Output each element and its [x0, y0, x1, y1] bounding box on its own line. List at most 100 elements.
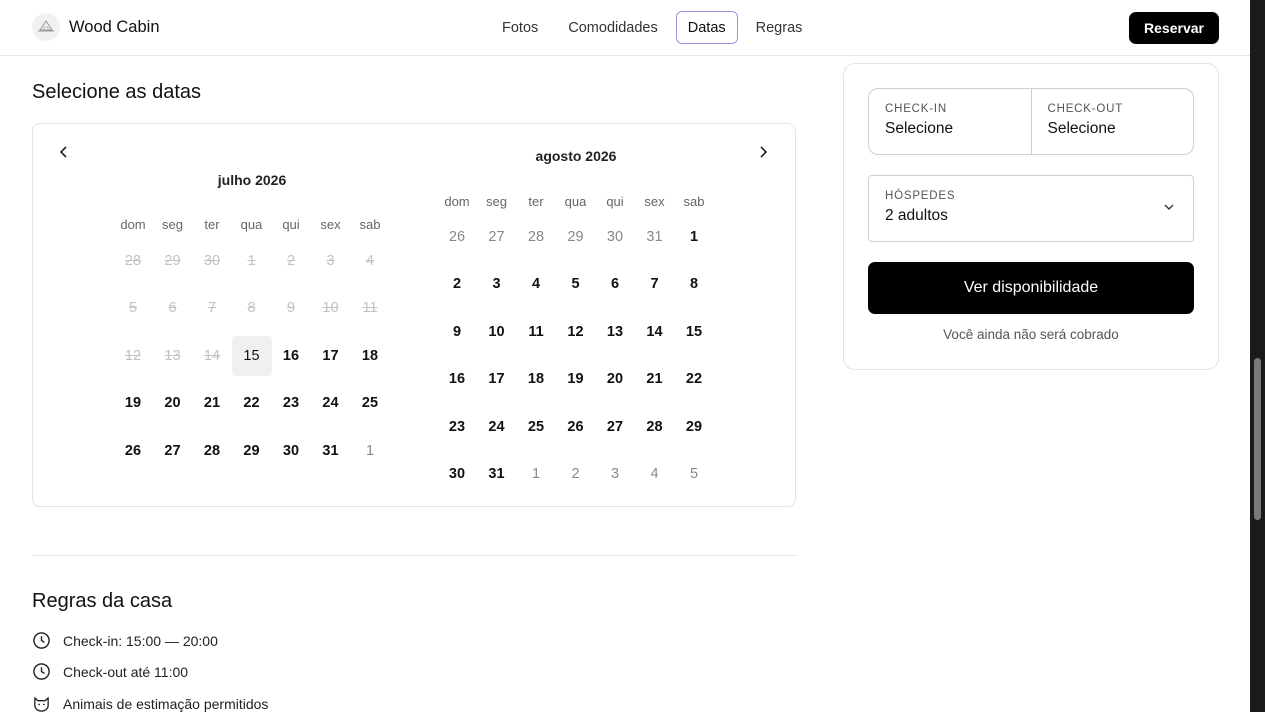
calendar-day[interactable]: 19: [556, 359, 596, 399]
scrollbar-track[interactable]: [1250, 0, 1265, 712]
calendar-day[interactable]: 1: [674, 217, 714, 257]
clock-icon: [33, 663, 50, 680]
weekday-label: sab: [683, 194, 705, 209]
guests-label: HÓSPEDES: [885, 190, 956, 202]
calendar-day[interactable]: 14: [635, 312, 675, 352]
booking-card: CHECK-IN Selecione CHECK-OUT Selecione H…: [843, 63, 1219, 370]
calendar-day[interactable]: 29: [232, 431, 272, 471]
calendar-day[interactable]: 18: [516, 359, 556, 399]
calendar-day: 4: [365, 253, 375, 269]
guests-select[interactable]: HÓSPEDES 2 adultos: [868, 175, 1194, 242]
calendar-day[interactable]: 5: [556, 264, 596, 304]
calendar-day[interactable]: 18: [350, 336, 390, 376]
calendar-day: 29: [567, 229, 584, 245]
calendar-day[interactable]: 15: [231, 335, 272, 376]
calendar-day[interactable]: 2: [437, 264, 477, 304]
calendar-day[interactable]: 31: [311, 431, 351, 471]
calendar-day[interactable]: 24: [477, 407, 517, 447]
calendar-day[interactable]: 21: [192, 383, 232, 423]
calendar-day: 3: [326, 253, 335, 269]
calendar-day[interactable]: 20: [153, 383, 193, 423]
calendar-day[interactable]: 30: [271, 431, 311, 471]
weekday-label: ter: [204, 217, 220, 232]
weekday-label: qua: [564, 194, 587, 209]
weekday-label: ter: [528, 194, 544, 209]
calendar-day[interactable]: 11: [516, 312, 556, 352]
section-nav: Fotos Comodidades Datas Regras: [490, 11, 814, 44]
calendar-day[interactable]: 15: [674, 312, 714, 352]
rule-text: Check-in: 15:00 — 20:00: [63, 632, 218, 649]
calendar-day[interactable]: 10: [477, 312, 517, 352]
calendar-day[interactable]: 8: [674, 264, 714, 304]
nav-datas[interactable]: Datas: [675, 11, 738, 44]
calendar-day[interactable]: 24: [311, 383, 351, 423]
weekday-label: dom: [120, 217, 146, 232]
check-availability-button[interactable]: Ver disponibilidade: [868, 262, 1194, 314]
reserve-button[interactable]: Reservar: [1129, 12, 1219, 44]
month-title: agosto 2026: [535, 148, 617, 164]
weekday-label: seg: [162, 217, 183, 232]
calendar-day[interactable]: 7: [635, 264, 675, 304]
calendar-day[interactable]: 23: [437, 407, 477, 447]
calendar-day[interactable]: 31: [477, 454, 517, 494]
calendar-day[interactable]: 17: [311, 336, 351, 376]
calendar-day[interactable]: 27: [595, 407, 635, 447]
calendar-day[interactable]: 26: [556, 407, 596, 447]
calendar-day: 8: [247, 300, 256, 317]
prev-month-button[interactable]: [57, 143, 71, 163]
section-divider: [32, 555, 796, 556]
calendar-day[interactable]: 25: [350, 383, 390, 423]
chevron-left-icon: [59, 146, 67, 158]
calendar-day[interactable]: 22: [674, 359, 714, 399]
calendar-day[interactable]: 6: [595, 264, 635, 304]
next-month-button[interactable]: [756, 143, 770, 163]
calendar-day[interactable]: 26: [113, 431, 153, 471]
calendar-day: 30: [203, 253, 221, 269]
calendar-day[interactable]: 23: [271, 383, 311, 423]
rules-section-title: Regras da casa: [32, 590, 173, 612]
rule-text: Check-out até 11:00: [63, 663, 189, 680]
calendar-day[interactable]: 3: [477, 264, 517, 304]
calendar-day[interactable]: 13: [595, 312, 635, 352]
calendar-day[interactable]: 16: [271, 336, 311, 376]
weekday-label: sab: [359, 217, 381, 232]
logo[interactable]: [32, 13, 60, 41]
calendar-day: 26: [448, 229, 466, 245]
calendar-day[interactable]: 27: [153, 431, 193, 471]
calendar-day[interactable]: 19: [113, 383, 153, 423]
calendar-day[interactable]: 28: [635, 407, 675, 447]
calendar-card: julho 2026 dom seg ter qua qui sex sab 28 29 30 1 2 3…: [32, 123, 796, 507]
calendar-day[interactable]: 29: [674, 407, 714, 447]
calendar-day[interactable]: 21: [635, 359, 675, 399]
clock-icon: [33, 632, 50, 649]
calendar-day[interactable]: 28: [192, 431, 232, 471]
calendar-day: 5: [128, 300, 138, 317]
calendar-day: 31: [646, 229, 663, 245]
calendar-day[interactable]: 22: [232, 383, 272, 423]
chevron-right-icon: [760, 146, 768, 158]
checkout-field[interactable]: CHECK-OUT Selecione: [1030, 89, 1194, 154]
checkin-field[interactable]: CHECK-IN Selecione: [869, 89, 1031, 154]
rule-text: Animais de estimação permitidos: [63, 695, 269, 712]
calendar-day: 1: [531, 466, 541, 482]
calendar-day: 28: [527, 229, 545, 245]
nav-regras[interactable]: Regras: [744, 11, 815, 44]
calendar-day[interactable]: 16: [437, 359, 477, 399]
calendar-day[interactable]: 30: [437, 454, 477, 494]
calendar-day[interactable]: 20: [595, 359, 635, 399]
nav-comodidades[interactable]: Comodidades: [556, 11, 669, 44]
dates-section-title: Selecione as datas: [32, 81, 202, 103]
nav-fotos[interactable]: Fotos: [490, 11, 550, 44]
calendar-day[interactable]: 17: [477, 359, 517, 399]
calendar-day: 2: [286, 253, 296, 269]
rule-checkin: Check-in: 15:00 — 20:00: [32, 631, 218, 650]
calendar-day[interactable]: 25: [516, 407, 556, 447]
checkout-label: CHECK-OUT: [1047, 103, 1124, 115]
calendar-day[interactable]: 12: [556, 312, 596, 352]
calendar-day: 1: [365, 442, 375, 459]
date-range-field: CHECK-IN Selecione CHECK-OUT Selecione: [868, 88, 1194, 155]
scrollbar-thumb[interactable]: [1254, 358, 1261, 520]
calendar-day[interactable]: 9: [437, 312, 477, 352]
calendar-day[interactable]: 4: [516, 264, 556, 304]
brand-name[interactable]: Wood Cabin: [69, 18, 160, 37]
